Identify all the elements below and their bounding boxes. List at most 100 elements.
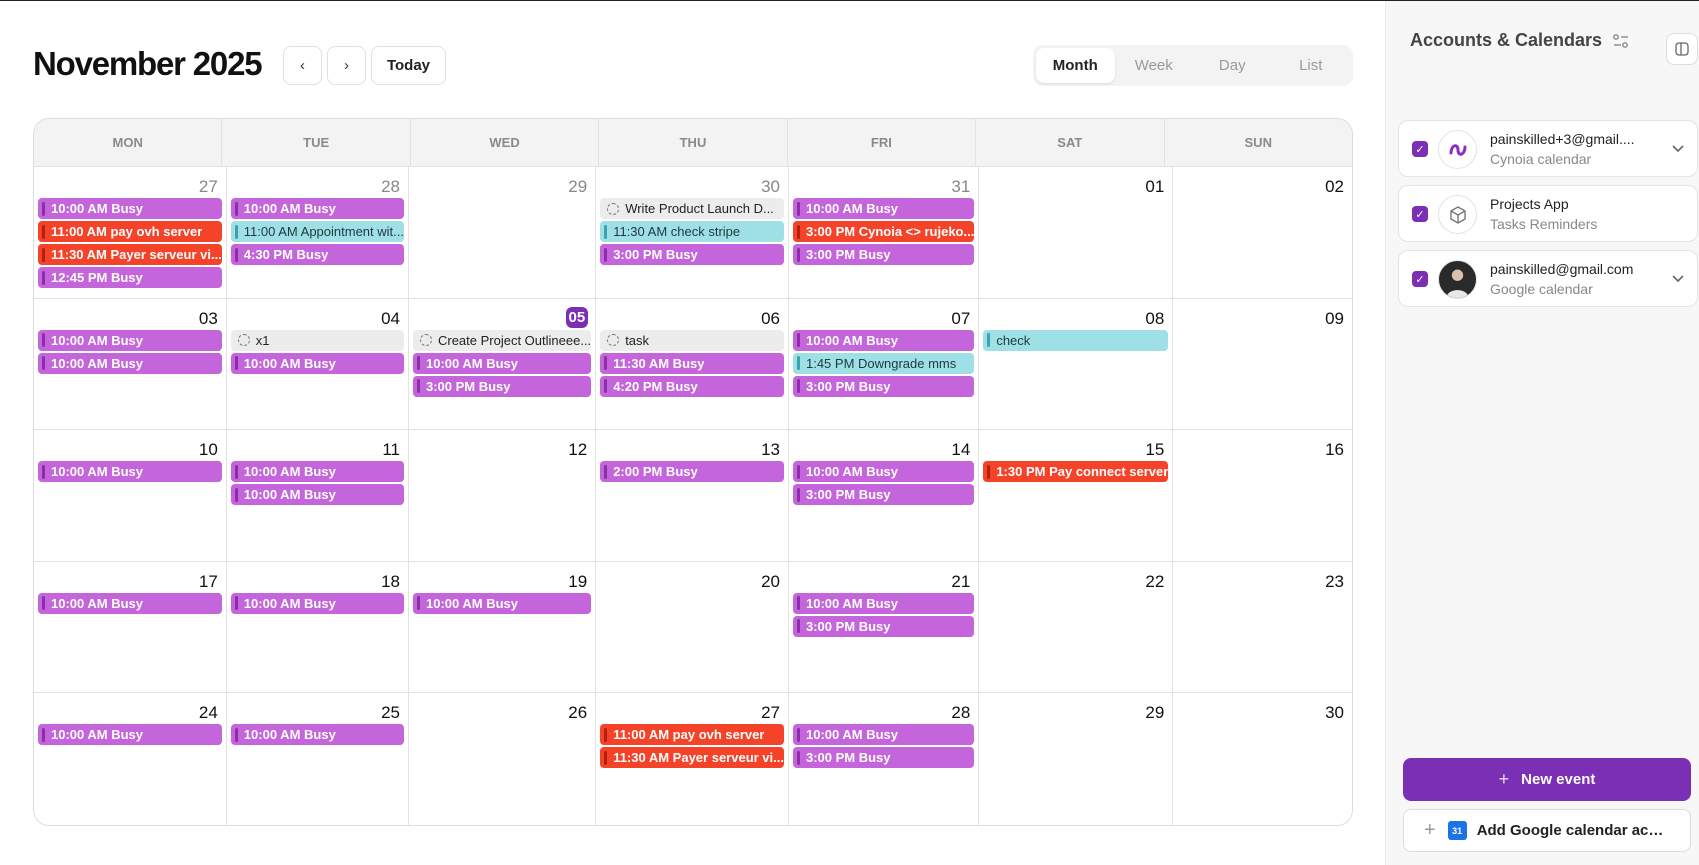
checkbox[interactable]: ✓ [1412,206,1428,222]
event-item[interactable]: 3:00 PM Busy [792,615,975,637]
day-cell[interactable]: 11 10:00 AM Busy 10:00 AM Busy [226,430,409,562]
day-cell[interactable]: 30 [1173,693,1352,825]
event-item[interactable]: 11:00 AM pay ovh server [600,724,784,746]
event-item[interactable]: 11:30 AM Busy [600,352,784,374]
event-item[interactable]: 11:30 AM Payer serveur vi... [38,244,222,265]
event-item[interactable]: 10:00 AM Busy [38,198,222,219]
day-cell[interactable]: 25 10:00 AM Busy [227,693,409,825]
day-cell[interactable]: 13 2:00 PM Busy [596,430,789,562]
day-cell[interactable]: 12 [408,430,597,562]
day-cell[interactable]: 27 11:00 AM pay ovh server 11:30 AM Payer … [596,693,789,825]
event-item[interactable]: 3:00 PM Busy [792,747,975,769]
event-item[interactable]: 3:00 PM Busy [792,244,975,265]
tab-week[interactable]: Week [1115,48,1194,83]
filter-settings-icon[interactable] [1612,33,1630,49]
next-month-button[interactable]: › [327,46,366,85]
event-item[interactable]: 10:00 AM Busy [38,724,222,746]
day-cell[interactable]: 19 10:00 AM Busy [408,561,597,694]
event-item[interactable]: 10:00 AM Busy [230,352,404,374]
event-item[interactable]: 3:00 PM Cynoia <> rujeko... [792,221,975,242]
event-item[interactable]: 3:00 PM Busy [792,375,975,397]
day-cell[interactable]: 30 Write Product Launch D... 11:30 AM chec… [596,167,789,299]
event-title: 12:45 PM Busy [51,270,143,285]
previous-month-button[interactable]: ‹ [283,46,322,85]
event-item[interactable]: 11:30 AM Payer serveur vi... [600,747,784,769]
day-cell[interactable]: 14 10:00 AM Busy 3:00 PM Busy [788,430,980,562]
today-button[interactable]: Today [371,46,446,85]
event-item[interactable]: 10:00 AM Busy [412,592,592,614]
day-cell[interactable]: 08 check [979,298,1174,431]
chevron-down-icon[interactable] [1671,141,1685,155]
day-cell[interactable]: 20 [596,561,789,694]
day-cell[interactable]: 23 [1173,562,1352,694]
task-item[interactable]: task [600,329,784,351]
day-cell[interactable]: 02 [1173,167,1352,299]
event-item[interactable]: 10:00 AM Busy [230,484,404,506]
day-cell[interactable]: 07 10:00 AM Busy 1:45 PM Downgrade mms 3:00… [788,298,980,431]
event-item[interactable]: 10:00 AM Busy [412,352,592,374]
checkbox[interactable]: ✓ [1412,271,1428,287]
day-cell[interactable]: 22 [979,561,1174,694]
tab-list[interactable]: List [1272,48,1351,83]
event-item[interactable]: 4:20 PM Busy [600,375,784,397]
event-item[interactable]: 11:00 AM Appointment wit... [230,221,404,242]
event-item[interactable]: 3:00 PM Busy [792,484,975,506]
day-cell[interactable]: 31 10:00 AM Busy 3:00 PM Cynoia <> rujeko.… [788,167,980,299]
event-item[interactable]: 10:00 AM Busy [792,198,975,219]
chevron-down-icon[interactable] [1671,271,1685,285]
day-cell[interactable]: 10 10:00 AM Busy [34,430,227,562]
day-cell[interactable]: 28 10:00 AM Busy 3:00 PM Busy [789,693,980,825]
event-item[interactable]: 10:00 AM Busy [230,592,404,614]
event-item[interactable]: check [983,329,1169,351]
collapse-sidebar-icon[interactable] [1666,33,1698,65]
event-item[interactable]: 12:45 PM Busy [38,267,222,288]
account-item[interactable]: ✓ painskilled+3@gmail.... Cynoia calenda… [1398,120,1698,177]
day-cell[interactable]: 03 10:00 AM Busy 10:00 AM Busy [34,298,227,431]
day-cell[interactable]: 24 10:00 AM Busy [34,693,227,825]
account-item[interactable]: ✓ Projects App Tasks Reminders [1398,185,1698,242]
day-cell[interactable]: 29 [979,693,1174,825]
day-cell[interactable]: 29 [408,167,597,299]
day-cell[interactable]: 21 10:00 AM Busy 3:00 PM Busy [788,561,980,694]
checkbox[interactable]: ✓ [1412,141,1428,157]
event-item[interactable]: 10:00 AM Busy [792,592,975,614]
day-cell[interactable]: 05 Create Project Outlineee... 10:00 AM Bu… [408,298,597,431]
tab-day[interactable]: Day [1193,48,1272,83]
event-item[interactable]: 11:00 AM pay ovh server [38,221,222,242]
day-cell[interactable]: 18 10:00 AM Busy [226,561,409,694]
event-item[interactable]: 2:00 PM Busy [600,461,784,483]
event-item[interactable]: 10:00 AM Busy [38,329,222,351]
task-item[interactable]: Create Project Outlineee... [412,329,592,351]
task-item[interactable]: x1 [230,329,404,351]
event-item[interactable]: 10:00 AM Busy [230,724,404,746]
event-item[interactable]: 10:00 AM Busy [792,724,975,746]
event-item[interactable]: 10:00 AM Busy [38,352,222,374]
event-item[interactable]: 10:00 AM Busy [230,198,404,219]
event-item[interactable]: 10:00 AM Busy [792,461,975,483]
day-cell[interactable]: 06 task 11:30 AM Busy 4:20 PM Busy [596,298,789,431]
event-item[interactable]: 3:00 PM Busy [412,375,592,397]
day-cell[interactable]: 27 10:00 AM Busy 11:00 AM pay ovh server 11… [34,167,227,299]
day-cell[interactable]: 28 10:00 AM Busy 11:00 AM Appointment wit.… [226,167,409,299]
task-item[interactable]: Write Product Launch D... [600,198,784,219]
day-cell[interactable]: 16 [1173,430,1352,562]
event-item[interactable]: 10:00 AM Busy [38,461,222,483]
day-cell[interactable]: 09 [1173,299,1352,431]
event-item[interactable]: 1:30 PM Pay connect server [983,461,1169,483]
day-cell[interactable]: 26 [409,693,597,825]
account-item[interactable]: ✓ painskilled@gmail.com Google calendar [1398,250,1698,307]
event-item[interactable]: 10:00 AM Busy [38,592,222,614]
event-item[interactable]: 3:00 PM Busy [600,244,784,265]
new-event-button[interactable]: + New event [1403,758,1691,801]
day-cell[interactable]: 15 1:30 PM Pay connect server [979,430,1174,562]
event-item[interactable]: 4:30 PM Busy [230,244,404,265]
event-item[interactable]: 11:30 AM check stripe [600,221,784,242]
event-item[interactable]: 1:45 PM Downgrade mms [792,352,975,374]
add-google-calendar-button[interactable]: + 31 Add Google calendar acc... [1403,809,1691,852]
event-item[interactable]: 10:00 AM Busy [792,329,975,351]
day-cell[interactable]: 01 [979,167,1174,299]
day-cell[interactable]: 04 x1 10:00 AM Busy [226,298,409,431]
tab-month[interactable]: Month [1036,48,1115,83]
day-cell[interactable]: 17 10:00 AM Busy [34,561,227,694]
event-item[interactable]: 10:00 AM Busy [230,461,404,483]
